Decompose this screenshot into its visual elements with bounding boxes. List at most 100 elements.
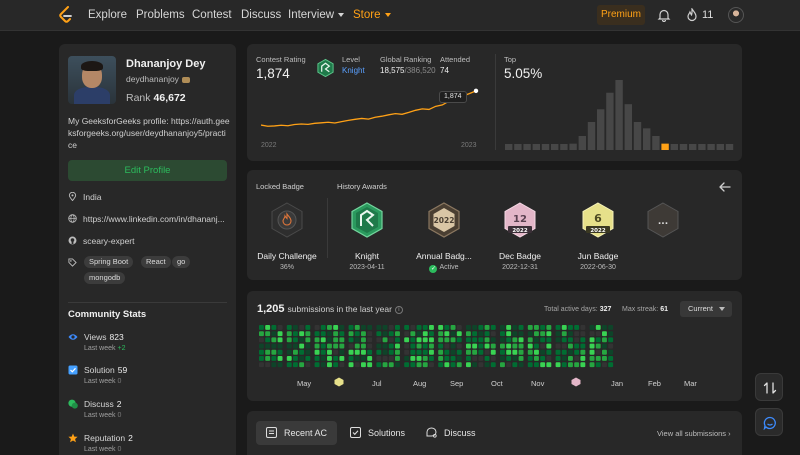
heatmap-cell[interactable] [299,362,305,368]
histogram-bar[interactable] [725,144,734,150]
heatmap-cell[interactable] [348,362,354,368]
github-link[interactable]: sceary-expert [83,236,135,246]
heatmap-cell[interactable] [395,362,400,368]
heatmap-cell[interactable] [277,356,283,361]
heatmap-cell[interactable] [348,325,354,330]
histogram-bar[interactable] [707,144,715,150]
heatmap-cell[interactable] [595,337,601,343]
heatmap-cell[interactable] [456,356,462,361]
heatmap-cell[interactable] [490,325,496,330]
heatmap-cell[interactable] [354,356,360,361]
heatmap-cell[interactable] [506,349,512,355]
heatmap-cell[interactable] [512,356,518,361]
heatmap-cell[interactable] [376,362,382,368]
heatmap-cell[interactable] [429,331,434,337]
heatmap-cell[interactable] [327,331,332,337]
heatmap-cell[interactable] [444,362,450,368]
heatmap-cell[interactable] [265,356,271,361]
heatmap-cell[interactable] [354,331,360,337]
histogram-bar[interactable] [551,144,559,150]
heatmap-cell[interactable] [339,337,345,343]
histogram-bar[interactable] [523,144,531,150]
heatmap-cell[interactable] [561,343,567,349]
heatmap-cell[interactable] [484,356,490,361]
heatmap-cell[interactable] [410,325,416,330]
tab-discuss[interactable]: Discuss [416,421,486,445]
heatmap-cell[interactable] [361,325,366,330]
heatmap-cell[interactable] [327,349,332,355]
heatmap-cell[interactable] [506,325,512,330]
heatmap-cell[interactable] [438,331,444,337]
heatmap-cell[interactable] [314,349,320,355]
heatmap-cell[interactable] [404,349,410,355]
heatmap-cell[interactable] [506,343,512,349]
heatmap-cell[interactable] [348,331,354,337]
histogram-bar[interactable] [698,144,706,150]
heatmap-cell[interactable] [574,356,580,361]
heatmap-cell[interactable] [339,356,345,361]
heatmap-cell[interactable] [271,349,277,355]
nav-problems[interactable]: Problems [136,9,185,21]
user-avatar-small[interactable] [728,7,744,23]
heatmap-cell[interactable] [608,337,614,343]
heatmap-cell[interactable] [546,356,552,361]
heatmap-cell[interactable] [518,325,524,330]
nav-interview[interactable]: Interview [288,9,345,21]
heatmap-cell[interactable] [450,337,456,343]
heatmap-cell[interactable] [388,343,394,349]
heatmap-cell[interactable] [348,343,354,349]
github-row[interactable]: sceary-expert [68,236,135,246]
heatmap-cell[interactable] [484,325,490,330]
heatmap-cell[interactable] [277,362,283,368]
heatmap-cell[interactable] [367,337,373,343]
heatmap-cell[interactable] [518,337,524,343]
badge-dec[interactable]: 12 2022 Dec Badge 2022-12-31 [480,202,560,271]
nav-contest[interactable]: Contest [192,9,232,21]
heatmap-cell[interactable] [527,337,533,343]
heatmap-cell[interactable] [361,356,366,361]
heatmap-cell[interactable] [422,356,428,361]
heatmap-cell[interactable] [395,356,400,361]
heatmap-cell[interactable] [259,362,264,368]
heatmap-cell[interactable] [376,356,382,361]
heatmap-cell[interactable] [561,362,567,368]
heatmap-cell[interactable] [293,325,298,330]
histogram-bar[interactable] [587,122,596,150]
heatmap-cell[interactable] [348,337,354,343]
heatmap-cell[interactable] [265,331,271,337]
year-select[interactable]: Current [680,301,732,317]
heatmap-cell[interactable] [608,331,614,337]
heatmap-cell[interactable] [416,356,422,361]
heatmap-cell[interactable] [444,331,450,337]
heatmap-cell[interactable] [438,337,444,343]
heatmap-cell[interactable] [574,325,580,330]
histogram-bar[interactable] [652,136,660,150]
heatmap-cell[interactable] [534,349,539,355]
heatmap-cell[interactable] [429,337,434,343]
heatmap-cell[interactable] [410,349,416,355]
heatmap-cell[interactable] [388,362,394,368]
heatmap-cell[interactable] [574,343,580,349]
histogram-bar[interactable] [606,92,614,150]
heatmap-cell[interactable] [265,343,271,349]
heatmap-cell[interactable] [540,325,546,330]
histogram-bar[interactable] [578,136,586,150]
heatmap-cell[interactable] [314,343,320,349]
histogram-bar[interactable] [560,144,568,150]
heatmap-cell[interactable] [271,356,277,361]
heatmap-cell[interactable] [595,356,601,361]
heatmap-cell[interactable] [376,337,382,343]
premium-button[interactable]: Premium [597,5,645,25]
heatmap-cell[interactable] [293,331,298,337]
rating-current-point[interactable] [473,88,479,94]
heatmap-cell[interactable] [580,343,586,349]
heatmap-cell[interactable] [512,349,518,355]
linkedin-link[interactable]: https://www.linkedin.com/in/dhananj... [83,214,225,224]
heatmap-cell[interactable] [305,331,311,337]
heatmap-cell[interactable] [595,362,601,368]
nav-discuss[interactable]: Discuss [241,9,281,21]
heatmap-cell[interactable] [395,349,400,355]
heatmap-cell[interactable] [589,362,595,368]
heatmap-cell[interactable] [293,349,298,355]
arrow-left-icon[interactable] [719,182,731,192]
